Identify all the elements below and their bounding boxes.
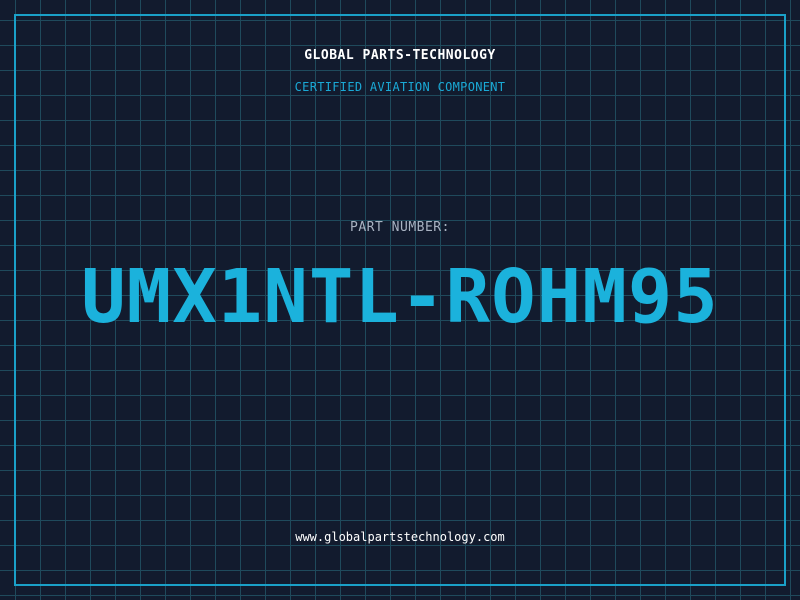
part-number-value: UMX1NTL-ROHM95 (81, 254, 719, 340)
website-url: www.globalpartstechnology.com (295, 530, 505, 544)
part-number-label: PART NUMBER: (350, 220, 450, 235)
certification-subtitle: CERTIFIED AVIATION COMPONENT (294, 80, 506, 94)
company-name: GLOBAL PARTS-TECHNOLOGY (304, 48, 496, 63)
label-card: GLOBAL PARTS-TECHNOLOGY CERTIFIED AVIATI… (0, 0, 800, 600)
